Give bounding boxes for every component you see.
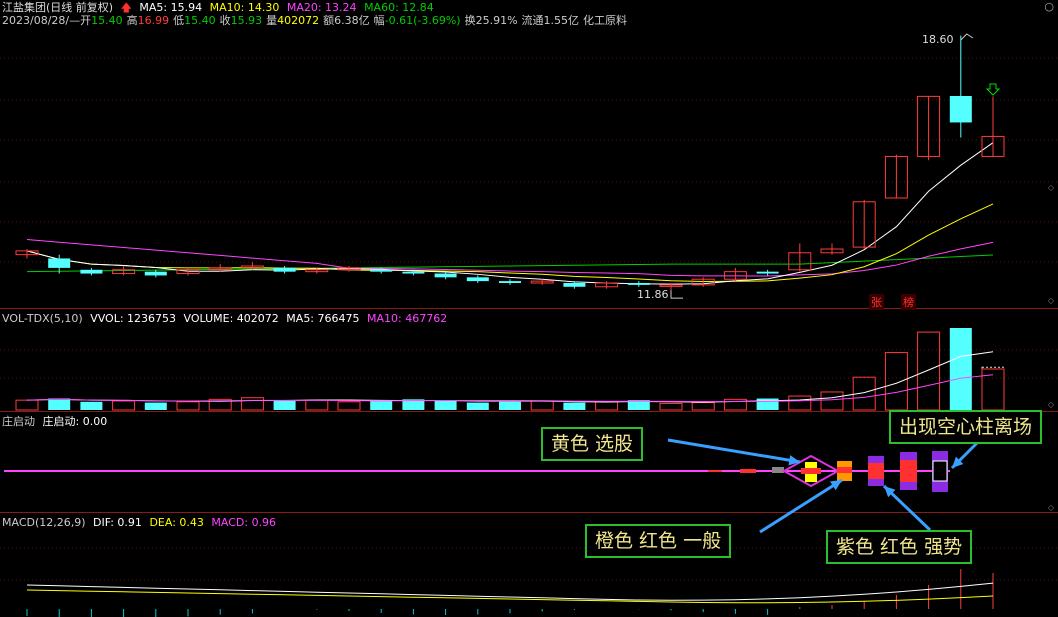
stock-chart-canvas[interactable]: [0, 0, 1058, 617]
low-marker: [670, 290, 683, 299]
vol-ma10-line: [26, 374, 994, 403]
vol-bar-up: [337, 401, 361, 411]
vol-bar-down: [370, 400, 393, 410]
vol-bar-down: [466, 402, 489, 410]
dif-line: [26, 582, 994, 601]
candle-down: [434, 273, 457, 278]
zhuang-bar: [772, 467, 784, 473]
vol-bar-up: [917, 331, 941, 411]
candle-down: [402, 271, 425, 274]
callout-orange-normal: 橙色 红色 一般: [585, 524, 732, 558]
candle-down: [144, 271, 167, 276]
price-low-label: 11.86: [637, 288, 669, 301]
callout-yellow-select: 黄色 选股: [541, 427, 644, 461]
zhang-tag: 张: [869, 294, 884, 310]
vol-bar-down: [48, 398, 71, 410]
vol-bar-hollow: [981, 366, 1005, 411]
vol-bar-down: [949, 328, 972, 410]
vol-bar-up: [788, 395, 812, 411]
zhuang-bar-red: [837, 467, 852, 473]
vol-bar-up: [15, 399, 39, 411]
arrow-orange: [759, 478, 843, 534]
high-marker: [960, 33, 974, 41]
vol-bar-up: [659, 402, 683, 411]
vol-bar-up: [595, 401, 619, 411]
vol-bar-down: [273, 400, 296, 410]
candle-down: [756, 271, 779, 274]
vol-bar-down: [144, 402, 167, 410]
zhuang-bar: [708, 470, 722, 472]
vol-bar-up: [691, 402, 715, 411]
zhuang-bar-red: [868, 463, 884, 479]
vol-bar-down: [434, 400, 457, 410]
vol-bar-up: [884, 352, 908, 411]
vol-bar-down: [563, 402, 586, 410]
down-arrow-icon: [985, 83, 1001, 96]
zhuang-bar-hollow: [932, 460, 948, 482]
dea-line: [26, 589, 994, 604]
price-high-label: 18.60: [922, 33, 954, 46]
vol-ma5-line: [26, 351, 994, 403]
vol-bar-up: [820, 391, 844, 411]
vol-bar-up: [112, 400, 136, 411]
candle-down: [466, 277, 489, 282]
candle-down: [370, 269, 393, 272]
candle-down: [48, 258, 71, 268]
candle-down: [627, 283, 650, 285]
vol-bar-down: [80, 401, 103, 410]
callout-purple-strong: 紫色 红色 强势: [826, 530, 973, 564]
callout-hollow-exit: 出现空心柱离场: [889, 410, 1043, 444]
vol-bar-up: [176, 401, 200, 411]
arrow-yellow: [667, 438, 801, 464]
vol-bar-up: [530, 400, 554, 411]
zhuang-bar-red: [900, 460, 917, 482]
vol-bar-up: [305, 399, 329, 411]
candle-down: [949, 96, 972, 123]
vol-bar-up: [240, 397, 264, 411]
candle-down: [80, 269, 103, 274]
candle-down: [499, 281, 521, 283]
candle-down: [273, 267, 296, 272]
ma5-line: [26, 142, 994, 285]
zhuang-bar: [740, 469, 756, 473]
bang-tag: 榜: [901, 294, 916, 310]
zhuang-bar-red: [801, 468, 821, 474]
vol-bar-down: [499, 401, 521, 410]
candle-down: [563, 283, 586, 287]
